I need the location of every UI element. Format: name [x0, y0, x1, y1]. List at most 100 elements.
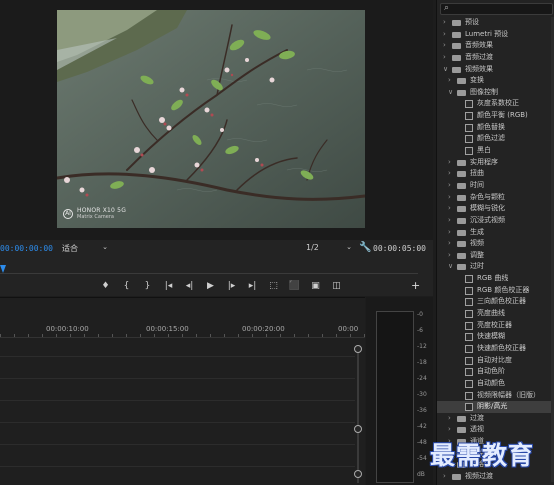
effect-folder[interactable]: › 沉浸式视频 [437, 215, 554, 227]
cherry-blossom-image [57, 10, 365, 228]
effect-folder[interactable]: › 生成 [437, 227, 554, 239]
fit-dropdown[interactable]: 适合 ⌄ [62, 243, 108, 255]
chevron-right-icon[interactable]: › [443, 40, 446, 52]
chevron-right-icon[interactable]: › [443, 471, 446, 483]
scroll-handle-top[interactable] [354, 345, 362, 353]
scroll-rail [357, 345, 359, 483]
chevron-right-icon[interactable]: › [448, 238, 451, 250]
scroll-handle-mid[interactable] [354, 425, 362, 433]
ruler-label: 00:00 [338, 325, 359, 333]
chevron-right-icon[interactable]: › [448, 180, 451, 192]
effects-search-input[interactable]: ⌕ [440, 3, 553, 15]
chevron-down-icon[interactable]: ∨ [443, 64, 448, 76]
export-frame-icon[interactable]: ▣ [305, 281, 326, 291]
chevron-right-icon[interactable]: › [448, 203, 451, 215]
camera-model-text: HONOR X10 5G [77, 207, 127, 214]
meter-label: -12 [417, 343, 427, 350]
effect-folder[interactable]: ∨ 视频效果 [437, 64, 554, 76]
chevron-right-icon[interactable]: › [448, 75, 451, 87]
effect-item[interactable]: 亮度曲线 [437, 308, 554, 320]
video-frame[interactable]: AI HONOR X10 5G Matrix Camera [57, 10, 365, 228]
play-icon[interactable]: ▶ [200, 281, 221, 291]
chevron-down-icon[interactable]: ∨ [448, 87, 453, 99]
out-point-icon[interactable]: } [137, 281, 158, 291]
folder-icon [457, 89, 466, 96]
effect-label: 预设 [465, 18, 479, 26]
effect-folder[interactable]: › 时间 [437, 180, 554, 192]
effect-item[interactable]: 快速颜色校正器 [437, 343, 554, 355]
effect-item[interactable]: 三向颜色校正器 [437, 296, 554, 308]
effect-item[interactable]: 视频限幅器（旧版） [437, 390, 554, 402]
chevron-right-icon[interactable]: › [448, 192, 451, 204]
chevron-right-icon[interactable]: › [448, 227, 451, 239]
meter-label: -24 [417, 375, 427, 382]
effect-folder[interactable]: › 模糊与锐化 [437, 203, 554, 215]
chevron-right-icon[interactable]: › [448, 413, 451, 425]
effect-folder[interactable]: › 变换 [437, 75, 554, 87]
effect-folder[interactable]: › 透视 [437, 424, 554, 436]
effect-item[interactable]: 阴影/高光 [437, 401, 554, 413]
chevron-right-icon[interactable]: › [448, 215, 451, 227]
folder-icon [457, 171, 466, 178]
effect-item[interactable]: RGB 颜色校正器 [437, 285, 554, 297]
resolution-dropdown[interactable]: 1/2 ⌄ [306, 243, 352, 255]
effect-folder[interactable]: › 音频过渡 [437, 52, 554, 64]
effect-item[interactable]: 灰度系数校正 [437, 98, 554, 110]
folder-icon [452, 66, 461, 73]
go-to-in-icon[interactable]: |◂ [158, 281, 179, 291]
chevron-right-icon[interactable]: › [448, 250, 451, 262]
effect-label: Lumetri 预设 [465, 29, 509, 38]
effect-label: 亮度校正器 [477, 320, 512, 329]
chevron-right-icon[interactable]: › [443, 52, 446, 64]
effect-folder[interactable]: › 音频效果 [437, 40, 554, 52]
effect-item[interactable]: 颜色平衡 (RGB) [437, 110, 554, 122]
chevron-right-icon[interactable]: › [443, 29, 446, 41]
effect-folder[interactable]: › 视频 [437, 238, 554, 250]
folder-icon [457, 264, 466, 271]
effect-folder[interactable]: › 视频过渡 [437, 471, 554, 483]
effect-item[interactable]: 亮度校正器 [437, 320, 554, 332]
effect-folder[interactable]: › 杂色与颗粒 [437, 192, 554, 204]
chevron-right-icon[interactable]: › [448, 168, 451, 180]
monitor-info-bar: 00:00:00:00 适合 ⌄ 1/2 ⌄ 🔧 00:00:05:00 [0, 240, 433, 258]
effect-folder[interactable]: ∨ 图像控制 [437, 87, 554, 99]
chevron-right-icon[interactable]: › [448, 157, 451, 169]
chevron-right-icon[interactable]: › [443, 17, 446, 29]
effect-item[interactable]: 自动颜色 [437, 378, 554, 390]
current-timecode[interactable]: 00:00:00:00 [0, 244, 53, 253]
effect-item[interactable]: RGB 曲线 [437, 273, 554, 285]
effect-folder[interactable]: › 扭曲 [437, 168, 554, 180]
go-to-out-icon[interactable]: ▸| [242, 281, 263, 291]
effect-folder[interactable]: › 预设 [437, 17, 554, 29]
effect-label: 黑白 [477, 146, 491, 155]
chevron-down-icon[interactable]: ∨ [448, 261, 453, 273]
add-button[interactable]: + [411, 279, 420, 292]
effect-label: 自动对比度 [477, 355, 512, 364]
compare-icon[interactable]: ◫ [326, 281, 347, 291]
effect-item[interactable]: 黑白 [437, 145, 554, 157]
effect-folder[interactable]: ∨ 过时 [437, 261, 554, 273]
timeline-scrollbar[interactable] [354, 345, 362, 483]
chevron-right-icon[interactable]: › [448, 424, 451, 436]
scroll-handle-bottom[interactable] [354, 470, 362, 478]
effect-item[interactable]: 自动色阶 [437, 366, 554, 378]
effect-folder[interactable]: › Lumetri 预设 [437, 29, 554, 41]
effect-item[interactable]: 自动对比度 [437, 355, 554, 367]
effect-item[interactable]: 颜色过滤 [437, 133, 554, 145]
overwrite-icon[interactable]: ⬛ [284, 281, 305, 291]
effect-icon [465, 333, 473, 342]
effect-item[interactable]: 快速模糊 [437, 331, 554, 343]
effect-folder[interactable]: › 调整 [437, 250, 554, 262]
insert-icon[interactable]: ⬚ [263, 281, 284, 291]
effect-item[interactable]: 颜色替换 [437, 122, 554, 134]
effect-folder[interactable]: › 过渡 [437, 413, 554, 425]
step-forward-icon[interactable]: |▸ [221, 281, 242, 291]
monitor-scrub-bar[interactable] [0, 262, 418, 274]
step-back-icon[interactable]: ◂| [179, 281, 200, 291]
effect-icon [465, 135, 473, 144]
in-point-icon[interactable]: { [116, 281, 137, 291]
wrench-icon[interactable]: 🔧 [359, 242, 371, 253]
effect-folder[interactable]: › 实用程序 [437, 157, 554, 169]
marker-icon[interactable]: ♦ [95, 281, 116, 291]
timeline-panel[interactable]: 00:00:10:00 00:00:15:00 00:00:20:00 00:0… [0, 297, 365, 485]
